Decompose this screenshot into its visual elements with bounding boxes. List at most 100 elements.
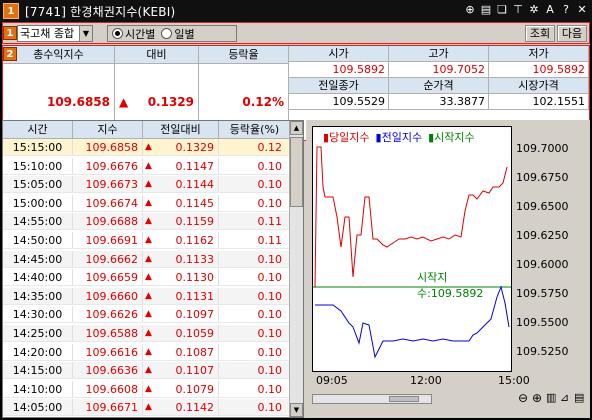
table-row[interactable]: 15:10:00 109.6676 ▲ 0.1147 0.10: [3, 157, 291, 175]
hdr-change: 대비: [115, 46, 199, 64]
scroll-thumb[interactable]: [290, 137, 303, 207]
cell-rate: 0.10: [219, 269, 291, 286]
cell-change: ▲ 0.1131: [143, 287, 219, 304]
cell-rate: 0.10: [219, 362, 291, 379]
cell-time: 14:15:00: [3, 362, 73, 379]
cell-index: 109.6588: [73, 325, 143, 341]
x-tick-label: 09:05: [316, 374, 348, 387]
radio-day-dot[interactable]: [161, 28, 173, 39]
chart-scroll-thumb[interactable]: [389, 396, 419, 402]
help-icon[interactable]: ?: [560, 3, 572, 17]
expand-icon[interactable]: ▤: [574, 391, 584, 404]
market-price-value: 102.1551: [489, 94, 589, 110]
hdr-low: 저가: [489, 46, 589, 62]
table-row[interactable]: 14:10:00 109.6608 ▲ 0.1079 0.10: [3, 380, 291, 398]
cell-rate: 0.10: [219, 250, 291, 267]
start-index-label: 시작지수:109.5892: [417, 271, 484, 300]
next-button[interactable]: 다음: [557, 25, 587, 42]
cell-index: 109.6616: [73, 343, 143, 360]
table-row[interactable]: 14:15:00 109.6636 ▲ 0.1107 0.10: [3, 362, 291, 380]
radio-time-dot[interactable]: [112, 28, 123, 39]
title-icons: ⊕ ▤ ❏ ⊤ ✲ A ? ✕: [464, 3, 588, 17]
chevron-down-icon[interactable]: ▼: [79, 26, 92, 41]
toolbar: 1 국고채 종합 ▼ 시간별 일별 조회 다음: [2, 22, 590, 44]
table-row[interactable]: 14:40:00 109.6659 ▲ 0.1130 0.10: [3, 269, 291, 287]
table-row[interactable]: 15:05:00 109.6673 ▲ 0.1144 0.10: [3, 176, 291, 194]
cell-time: 14:30:00: [3, 306, 73, 323]
app-window: 1 [7741] 한경채권지수(KEBI) ⊕ ▤ ❏ ⊤ ✲ A ? ✕ 1 …: [0, 0, 592, 420]
radio-time[interactable]: 시간별: [112, 26, 155, 42]
cell-change: ▲ 0.1079: [143, 380, 219, 397]
up-triangle-icon: ▲: [145, 402, 152, 413]
pin-icon[interactable]: ⊤: [512, 3, 524, 17]
cell-index: 109.6660: [73, 287, 143, 304]
window-body: 1 국고채 종합 ▼ 시간별 일별 조회 다음 2 총수익지수 대비 등락율 1…: [2, 22, 590, 418]
chart-scroll-track[interactable]: [312, 394, 432, 404]
cell-rate: 0.10: [219, 380, 291, 397]
scroll-up-icon[interactable]: ▲: [290, 121, 303, 135]
close-icon[interactable]: ✕: [576, 3, 588, 17]
table-row[interactable]: 14:35:00 109.6660 ▲ 0.1131 0.10: [3, 287, 291, 305]
table-row[interactable]: 14:50:00 109.6691 ▲ 0.1162 0.11: [3, 232, 291, 249]
cell-change: ▲ 0.1159: [143, 213, 219, 230]
hdr-total-index: 총수익지수: [3, 46, 115, 64]
y-tick-label: 109.6500: [516, 200, 569, 213]
cell-rate: 0.10: [219, 287, 291, 304]
scroll-down-icon[interactable]: ▼: [290, 403, 303, 417]
window-icon[interactable]: ❏: [496, 3, 508, 17]
cell-time: 14:50:00: [3, 232, 73, 248]
up-triangle-icon: ▲: [145, 253, 152, 264]
cell-index: 109.6662: [73, 250, 143, 267]
y-tick-label: 109.6250: [516, 229, 569, 242]
section-2-badge: 2: [3, 47, 17, 61]
stack-icon[interactable]: ▤: [480, 3, 492, 17]
settings-icon[interactable]: ✲: [528, 3, 540, 17]
zoom-in-icon[interactable]: ⊕: [532, 391, 542, 405]
prev-close-value: 109.5529: [289, 94, 389, 110]
y-tick-label: 109.5250: [516, 345, 569, 358]
cell-rate: 0.12: [219, 139, 291, 155]
table-row[interactable]: 15:00:00 109.6674 ▲ 0.1145 0.10: [3, 194, 291, 212]
cell-index: 109.6626: [73, 306, 143, 323]
bars-icon[interactable]: ▥: [546, 391, 556, 404]
up-triangle-icon: ▲: [145, 197, 152, 208]
cell-rate: 0.10: [219, 157, 291, 174]
time-table: 시간 지수 전일대비 등락율(%) 15:15:00 109.6858 ▲ 0.132…: [2, 120, 304, 418]
cell-time: 15:10:00: [3, 157, 73, 174]
hdr-prev-close: 전일종가: [289, 78, 389, 94]
table-row[interactable]: 14:30:00 109.6626 ▲ 0.1097 0.10: [3, 306, 291, 324]
cell-change: ▲ 0.1107: [143, 362, 219, 379]
cell-time: 15:05:00: [3, 176, 73, 193]
font-icon[interactable]: A: [544, 3, 556, 17]
x-tick-label: 15:00: [498, 374, 530, 387]
window-number-badge: 1: [3, 3, 19, 19]
cell-rate: 0.10: [219, 306, 291, 323]
high-value: 109.7052: [389, 62, 489, 78]
cell-index: 109.6608: [73, 380, 143, 397]
zoom-out-icon[interactable]: ⊖: [518, 391, 528, 405]
chart-controls: ⊖ ⊕ ▥ ⊿ ▤: [312, 390, 586, 410]
open-value: 109.5892: [289, 62, 389, 78]
query-button[interactable]: 조회: [525, 25, 555, 42]
table-header: 시간 지수 전일대비 등락율(%): [3, 121, 291, 139]
table-row[interactable]: 14:45:00 109.6662 ▲ 0.1133 0.10: [3, 250, 291, 268]
cell-time: 14:20:00: [3, 343, 73, 360]
table-row[interactable]: 14:20:00 109.6616 ▲ 0.1087 0.10: [3, 343, 291, 361]
x-tick-label: 12:00: [410, 374, 442, 387]
table-row[interactable]: 14:05:00 109.6671 ▲ 0.1142 0.10: [3, 399, 291, 417]
up-triangle-icon: ▲: [145, 160, 152, 171]
cell-index: 109.6676: [73, 157, 143, 174]
radio-day[interactable]: 일별: [161, 26, 195, 42]
link-icon[interactable]: ⊕: [464, 3, 476, 17]
chart-type-icon[interactable]: ⊿: [560, 391, 569, 404]
cell-rate: 0.11: [219, 232, 291, 248]
table-row[interactable]: 14:25:00 109.6588 ▲ 0.1059 0.10: [3, 325, 291, 342]
table-row[interactable]: 15:15:00 109.6858 ▲ 0.1329 0.12: [3, 139, 291, 156]
up-triangle-icon: ▲: [145, 346, 152, 357]
cell-rate: 0.10: [219, 194, 291, 211]
vertical-scrollbar[interactable]: ▲ ▼: [289, 121, 303, 417]
index-select[interactable]: 국고채 종합 ▼: [17, 25, 93, 42]
cell-rate: 0.10: [219, 399, 291, 416]
cell-change: ▲ 0.1133: [143, 250, 219, 267]
table-row[interactable]: 14:55:00 109.6688 ▲ 0.1159 0.11: [3, 213, 291, 231]
